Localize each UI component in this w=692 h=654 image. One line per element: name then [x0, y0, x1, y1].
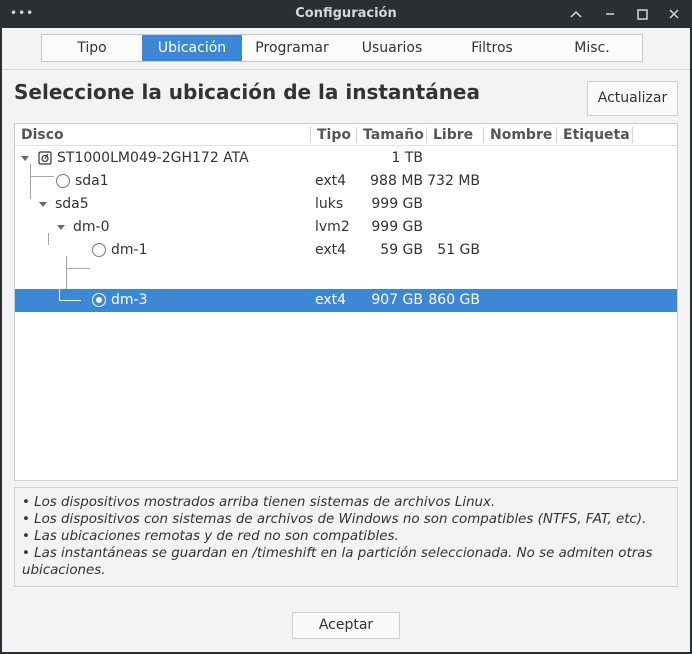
column-separator[interactable] [426, 127, 427, 143]
window-title: Configuración [295, 6, 397, 21]
close-icon[interactable] [664, 4, 684, 24]
device-type: ext4 [315, 292, 347, 308]
column-header-tipo[interactable]: Tipo [317, 127, 351, 143]
note-line: • Las ubicaciones remotas y de red no so… [22, 529, 399, 544]
page-title: Seleccione la ubicación de la instantáne… [14, 80, 480, 104]
tab-ubicacion[interactable]: Ubicación [142, 35, 242, 61]
tab-programar[interactable]: Programar [242, 35, 342, 61]
device-free: 51 GB [437, 242, 480, 258]
collapse-icon[interactable] [566, 4, 586, 24]
device-size: 999 GB [371, 219, 423, 235]
column-header-etiqueta[interactable]: Etiqueta [563, 127, 630, 143]
column-separator[interactable] [632, 127, 633, 143]
tree-row-dm3[interactable]: dm-3 ext4 907 GB 860 GB [15, 289, 677, 312]
column-header-disco[interactable]: Disco [21, 127, 64, 143]
tree-line [59, 289, 60, 300]
tree-row-sda5[interactable]: sda5 luks 999 GB [15, 193, 677, 216]
dialog-body: Tipo Ubicación Programar Usuarios Filtro… [2, 28, 690, 652]
radio-unchecked-icon[interactable] [92, 243, 106, 257]
tree-header: Disco Tipo Tamaño Libre Nombre Etiqueta [15, 124, 677, 146]
note-line: • Las instantáneas se guardan en /timesh… [22, 546, 653, 578]
tree-line [59, 300, 81, 301]
column-header-tamano[interactable]: Tamaño [363, 127, 424, 143]
column-separator[interactable] [483, 127, 484, 143]
device-size: 1 TB [391, 150, 423, 166]
hard-disk-icon [38, 151, 52, 165]
device-size: 999 GB [371, 196, 423, 212]
accept-button[interactable]: Aceptar [292, 612, 400, 639]
device-tree[interactable]: Disco Tipo Tamaño Libre Nombre Etiqueta [14, 123, 678, 481]
tree-row-dm1[interactable]: dm-1 ext4 59 GB 51 GB [15, 239, 677, 262]
radio-unchecked-icon[interactable] [56, 174, 70, 188]
device-free: 732 MB [427, 173, 480, 189]
device-size: 988 MB [370, 173, 423, 189]
minimize-icon[interactable] [600, 4, 620, 24]
tab-tipo[interactable]: Tipo [42, 35, 142, 61]
device-name: sda1 [75, 173, 109, 189]
tab-misc[interactable]: Misc. [542, 35, 642, 61]
column-header-libre[interactable]: Libre [433, 127, 473, 143]
refresh-button[interactable]: Actualizar [587, 81, 678, 116]
tree-line [66, 268, 90, 269]
device-name: ST1000LM049-2GH172 ATA [57, 150, 249, 166]
window: ••• Configuración Tipo Ubicación Program… [0, 0, 692, 654]
column-separator[interactable] [556, 127, 557, 143]
device-size: 59 GB [380, 242, 423, 258]
divider [2, 69, 690, 70]
column-header-nombre[interactable]: Nombre [490, 127, 552, 143]
device-type: luks [315, 196, 344, 212]
device-name: dm-3 [111, 292, 148, 308]
device-type: ext4 [315, 242, 347, 258]
tab-bar: Tipo Ubicación Programar Usuarios Filtro… [41, 34, 643, 62]
expander-arrow-icon[interactable] [19, 152, 31, 164]
column-separator[interactable] [310, 127, 311, 143]
tree-row-dm0[interactable]: dm-0 lvm2 999 GB [15, 216, 677, 239]
tree-row-disk[interactable]: ST1000LM049-2GH172 ATA 1 TB [15, 147, 677, 170]
device-type: lvm2 [315, 219, 350, 235]
column-separator[interactable] [356, 127, 357, 143]
expander-arrow-icon[interactable] [37, 198, 49, 210]
device-name: dm-1 [111, 242, 148, 258]
note-line: • Los dispositivos mostrados arriba tien… [22, 495, 496, 510]
device-size: 907 GB [371, 292, 423, 308]
maximize-icon[interactable] [632, 4, 652, 24]
device-name: dm-0 [73, 219, 110, 235]
title-bar[interactable]: ••• Configuración [0, 0, 692, 28]
device-name: sda5 [55, 196, 89, 212]
device-free: 860 GB [428, 292, 480, 308]
tab-usuarios[interactable]: Usuarios [342, 35, 442, 61]
expander-arrow-icon[interactable] [55, 221, 67, 233]
device-type: ext4 [315, 173, 347, 189]
note-line: • Los dispositivos con sistemas de archi… [22, 512, 647, 527]
tab-filtros[interactable]: Filtros [442, 35, 542, 61]
tree-row-sda1[interactable]: sda1 ext4 988 MB 732 MB [15, 170, 677, 193]
info-notes: • Los dispositivos mostrados arriba tien… [14, 487, 678, 587]
radio-checked-icon[interactable] [92, 293, 106, 307]
